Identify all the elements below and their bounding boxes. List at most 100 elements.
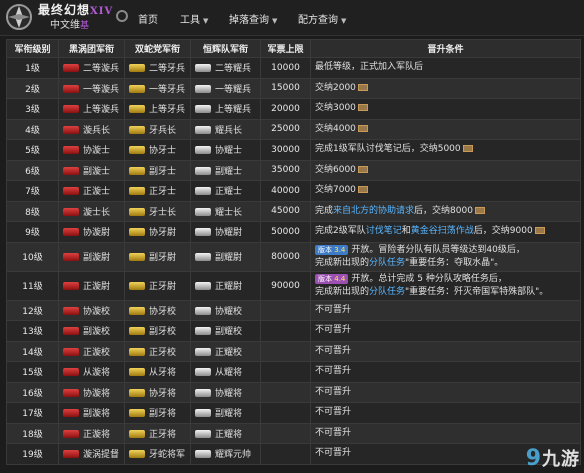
rank-cell: 9级 [6, 221, 59, 243]
logo-title: 最终幻想 [38, 3, 91, 17]
flames-rank-cell: 正耀尉 [190, 270, 261, 301]
rank-cell: 19级 [6, 443, 59, 465]
flames-rank-cell: 从耀将 [190, 361, 261, 383]
site-logo[interactable]: 最终幻想XIV 中文维基 [38, 3, 113, 33]
logo-crystal-icon[interactable] [4, 2, 34, 32]
maelstrom-rank-cell: 漩兵长 [58, 118, 125, 140]
quest-link[interactable]: 来自北方的协助请求 [333, 206, 414, 216]
maelstrom-rank-cell: 副漩将 [58, 402, 125, 424]
flames-insignia-icon [195, 429, 211, 438]
cond-text: 不可晋升 [315, 366, 352, 377]
twin-adder-insignia-icon [129, 450, 145, 459]
seal-cap-cell [260, 381, 311, 403]
flames-rank-cell: 正耀士 [190, 180, 261, 202]
twin-adder-rank-cell: 牙蛇将军 [124, 443, 191, 465]
maelstrom-insignia-icon [63, 253, 79, 261]
flames-rank-name: 正耀尉 [215, 282, 243, 292]
flames-rank-name: 从耀将 [215, 368, 243, 379]
seal-cap-cell: 45000 [260, 200, 311, 222]
table-row: 9级 协漩尉 协牙尉 协耀尉 50000 完成2级军队讨伐笔记和黄金谷扫荡作战后，交纳90… [6, 221, 581, 243]
twin-adder-insignia-icon [129, 347, 145, 356]
flames-rank-cell: 正耀校 [190, 340, 261, 362]
seal-cap-cell: 30000 [260, 139, 311, 161]
flames-rank-cell: 副耀将 [190, 402, 261, 424]
table-row: 16级 协漩将 协牙将 协耀将 不可晋升 [6, 381, 581, 403]
maelstrom-insignia-icon [63, 105, 79, 114]
rank-cell: 6级 [6, 159, 59, 181]
quest-link[interactable]: 讨伐笔记 [366, 226, 402, 236]
twin-adder-insignia-icon [129, 64, 145, 73]
settings-gear-icon[interactable] [116, 10, 128, 22]
twin-adder-rank-name: 牙蛇将军 [149, 450, 186, 461]
condition-cell: 不可晋升 [310, 299, 581, 321]
nav-drop-search[interactable]: 掉落查询 ▼ [229, 11, 277, 26]
watermark-prefix: 9 [525, 446, 542, 471]
flames-rank-name: 上等耀兵 [215, 105, 252, 116]
flames-insignia-icon [195, 228, 211, 237]
maelstrom-rank-name: 正漩校 [83, 347, 111, 358]
squadron-mission-link[interactable]: 分队任务 [369, 258, 405, 268]
condition-cell: 交纳2000 [310, 77, 581, 99]
table-header-row: 军衔级别 黑涡团军衔 双蛇党军衔 恒辉队军衔 军票上限 晋升条件 [6, 39, 581, 58]
top-nav: 最终幻想XIV 中文维基 首页 工具 ▼ 掉落查询 ▼ 配方查询 ▼ [0, 0, 584, 36]
rank-cell: 12级 [6, 299, 59, 321]
table-row: 10级 副漩尉 副牙尉 副耀尉 80000 版本 3.4 开放。冒险者分队有队员等级达到40… [6, 241, 581, 272]
maelstrom-rank-name: 副漩将 [83, 409, 111, 420]
maelstrom-rank-cell: 副漩校 [58, 320, 125, 342]
flames-rank-cell: 协耀士 [190, 139, 261, 161]
twin-adder-insignia-icon [129, 306, 145, 315]
condition-cell: 完成来自北方的协助请求后，交纳8000 [310, 200, 581, 222]
twin-adder-rank-cell: 二等牙兵 [124, 57, 191, 79]
col-header-rank: 军衔级别 [6, 39, 59, 58]
twin-adder-insignia-icon [129, 105, 145, 114]
logo-title-suffix: XIV [90, 6, 114, 17]
twin-adder-rank-cell: 正牙士 [124, 180, 191, 202]
rank-cell: 1级 [6, 57, 59, 79]
table-row: 5级 协漩士 协牙士 协耀士 30000 完成1级军队讨伐笔记后，交纳5000 [6, 139, 581, 161]
maelstrom-rank-name: 正漩士 [83, 187, 111, 198]
rank-cell: 10级 [6, 241, 59, 272]
nav-tools[interactable]: 工具 ▼ [180, 11, 208, 26]
maelstrom-rank-cell: 正漩将 [58, 422, 125, 444]
nav-recipe-search[interactable]: 配方查询 ▼ [298, 11, 346, 26]
maelstrom-insignia-icon [63, 187, 79, 196]
maelstrom-rank-cell: 正漩士 [58, 180, 125, 202]
chevron-down-icon: ▼ [341, 17, 347, 25]
seal-cap-cell: 50000 [260, 221, 311, 243]
flames-insignia-icon [195, 64, 211, 73]
twin-adder-insignia-icon [129, 388, 145, 397]
nav-drop-search-label: 掉落查询 [229, 15, 269, 26]
version-badge: 版本 3.4 [315, 244, 349, 255]
seal-cap-cell [260, 402, 311, 424]
cond-text: 不可晋升 [315, 304, 352, 315]
twin-adder-rank-cell: 副牙士 [124, 159, 191, 181]
twin-adder-rank-name: 副牙尉 [149, 253, 177, 263]
chevron-down-icon: ▼ [203, 17, 209, 25]
table-row: 11级 正漩尉 正牙尉 正耀尉 90000 版本 4.4 开放。总计完成 5 种分队攻略任务… [6, 270, 581, 301]
rank-cell: 3级 [6, 98, 59, 120]
rank-cell: 7级 [6, 180, 59, 202]
maelstrom-rank-cell: 副漩士 [58, 159, 125, 181]
version-badge: 版本 4.4 [315, 273, 349, 284]
flames-rank-name: 二等耀兵 [215, 64, 252, 75]
nav-home[interactable]: 首页 [138, 11, 158, 26]
condition-cell: 不可晋升 [310, 361, 581, 383]
maelstrom-rank-cell: 协漩校 [58, 299, 125, 321]
maelstrom-insignia-icon [63, 228, 79, 237]
twin-adder-rank-name: 正牙校 [149, 347, 177, 358]
twin-adder-rank-name: 协牙校 [149, 306, 177, 317]
twin-adder-rank-cell: 副牙校 [124, 320, 191, 342]
quest-link[interactable]: 黄金谷扫荡作战 [411, 226, 474, 236]
flames-rank-name: 协耀士 [215, 146, 243, 157]
flames-rank-cell: 耀士长 [190, 200, 261, 222]
flames-insignia-icon [195, 207, 211, 216]
maelstrom-insignia-icon [63, 306, 79, 315]
seal-coin-icon [534, 227, 545, 235]
twin-adder-rank-name: 一等牙兵 [149, 84, 186, 95]
seal-cap-cell: 90000 [260, 270, 311, 301]
cond-text: 不可晋升 [315, 325, 352, 336]
condition-cell: 不可晋升 [310, 422, 581, 444]
twin-adder-insignia-icon [129, 125, 145, 134]
maelstrom-rank-name: 正漩尉 [83, 282, 111, 292]
squadron-mission-link[interactable]: 分队任务 [369, 287, 405, 297]
